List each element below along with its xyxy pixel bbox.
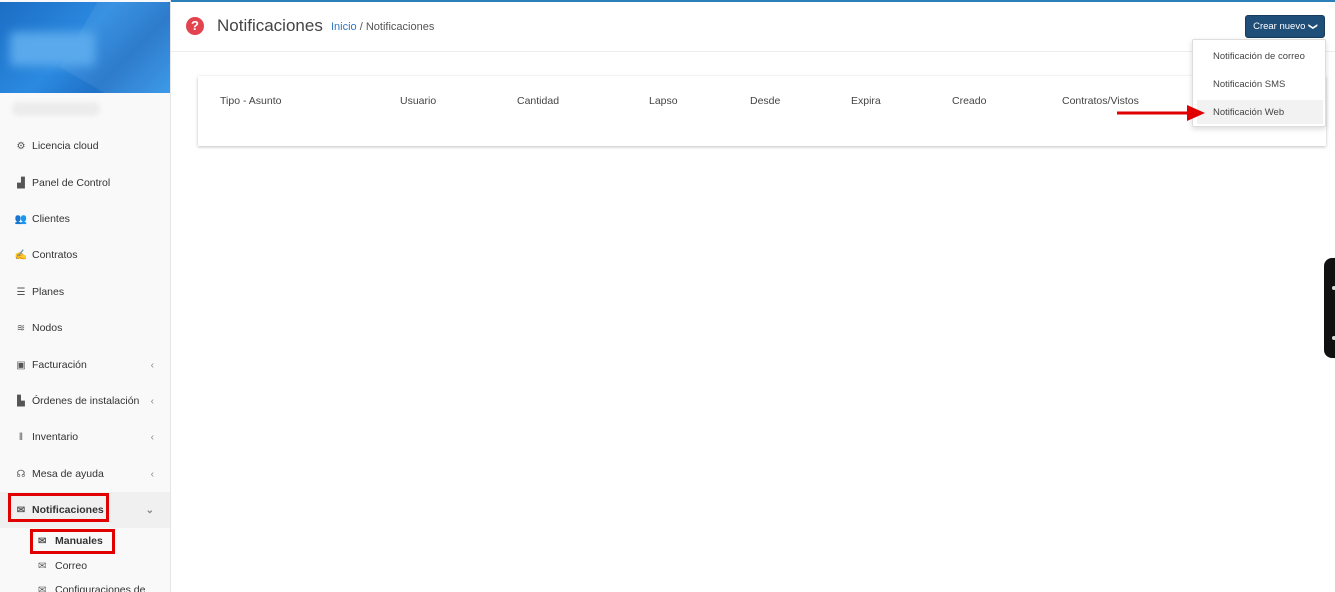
sidebar-item-label: Mesa de ayuda — [32, 468, 104, 480]
chevron-left-icon: ‹ — [150, 359, 154, 371]
highlight-box-manuales — [30, 529, 115, 554]
sidebar-item-panel-de-control[interactable]: ▟ Panel de Control — [0, 165, 170, 201]
dropdown-item-web[interactable]: Notificación Web — [1197, 100, 1323, 124]
column-header-tipo-asunto[interactable]: Tipo - Asunto — [220, 95, 281, 107]
breadcrumb: Inicio / Notificaciones — [331, 21, 434, 33]
users-icon: 👥 — [14, 213, 28, 225]
create-new-button[interactable]: Crear nuevo ❯ — [1245, 15, 1325, 38]
sidebar-item-contratos[interactable]: ✍ Contratos — [0, 237, 170, 273]
chevron-left-icon: ‹ — [150, 395, 154, 407]
sidebar-item-label: Clientes — [32, 213, 70, 225]
sidebar-item-facturacion[interactable]: ▣ Facturación ‹ — [0, 347, 170, 383]
sidebar-item-planes[interactable]: ☰ Planes — [0, 274, 170, 310]
chevron-left-icon: ‹ — [150, 431, 154, 443]
highlight-box-notificaciones — [8, 493, 109, 522]
chevron-down-icon: ❯ — [1308, 22, 1319, 31]
envelope-icon: ✉ — [38, 560, 47, 572]
submenu-item-label: Correo — [55, 560, 88, 572]
submenu-item-configuraciones[interactable]: ✉ Configuraciones de — [0, 578, 170, 592]
submenu-item-correo[interactable]: ✉ Correo — [0, 554, 170, 578]
money-icon: ▣ — [16, 359, 26, 371]
dropdown-item-sms[interactable]: Notificación SMS — [1193, 72, 1327, 96]
submenu-item-label: Configuraciones de — [55, 584, 146, 592]
column-header-cantidad[interactable]: Cantidad — [517, 95, 559, 107]
sidebar-item-licencia-cloud[interactable]: ⚙ Licencia cloud — [0, 128, 170, 164]
create-new-label: Crear nuevo — [1253, 21, 1306, 32]
page-header: ? Notificaciones Inicio / Notificaciones — [171, 2, 1335, 52]
sidebar-item-label: Panel de Control — [32, 177, 111, 189]
chevron-down-icon: ⌄ — [145, 504, 154, 516]
sidebar-item-mesa-de-ayuda[interactable]: ☊ Mesa de ayuda ‹ — [0, 456, 170, 492]
column-header-usuario[interactable]: Usuario — [400, 95, 436, 107]
sidebar-item-label: Contratos — [32, 249, 78, 261]
sidebar-logo-area[interactable] — [0, 2, 170, 93]
truck-icon: ▙ — [17, 395, 25, 407]
cubes-icon: ⚙ — [16, 140, 26, 152]
area-chart-icon: ▟ — [17, 177, 25, 189]
user-name-blurred — [12, 102, 100, 116]
annotation-arrow-icon — [1117, 105, 1205, 121]
breadcrumb-separator: / — [356, 21, 366, 33]
sidebar-item-label: Licencia cloud — [32, 140, 99, 152]
headset-icon: ☊ — [16, 468, 26, 480]
server-icon: ☰ — [16, 286, 26, 298]
sidebar-item-label: Planes — [32, 286, 65, 298]
chevron-left-icon: ‹ — [150, 468, 154, 480]
sidebar-item-label: Inventario — [32, 431, 79, 443]
create-new-dropdown: Notificación de correo Notificación SMS … — [1192, 39, 1326, 127]
wifi-icon: ≋ — [16, 322, 26, 334]
sidebar-item-nodos[interactable]: ≋ Nodos — [0, 310, 170, 346]
column-header-desde[interactable]: Desde — [750, 95, 780, 107]
column-header-creado[interactable]: Creado — [952, 95, 986, 107]
sidebar-item-label: Órdenes de instalación — [32, 395, 140, 407]
help-icon[interactable]: ? — [186, 17, 204, 35]
dropdown-item-correo[interactable]: Notificación de correo — [1193, 44, 1327, 68]
sidebar-item-inventario[interactable]: ‖ Inventario ‹ — [0, 419, 170, 455]
sidebar-item-label: Nodos — [32, 322, 63, 334]
handshake-icon: ✍ — [14, 249, 28, 261]
page-title: Notificaciones — [217, 16, 323, 35]
envelope-icon: ✉ — [38, 584, 47, 592]
breadcrumb-home-link[interactable]: Inicio — [331, 21, 357, 33]
sidebar: ⚙ Licencia cloud ▟ Panel de Control 👥 Cl… — [0, 0, 171, 592]
logo — [10, 32, 95, 66]
barcode-icon: ‖ — [18, 431, 24, 443]
column-header-lapso[interactable]: Lapso — [649, 95, 678, 107]
sidebar-item-clientes[interactable]: 👥 Clientes — [0, 201, 170, 237]
sidebar-item-ordenes[interactable]: ▙ Órdenes de instalación ‹ — [0, 383, 170, 419]
column-header-expira[interactable]: Expira — [851, 95, 881, 107]
side-widget[interactable] — [1324, 258, 1335, 358]
sidebar-item-label: Facturación — [32, 359, 87, 371]
breadcrumb-current: Notificaciones — [365, 21, 435, 33]
